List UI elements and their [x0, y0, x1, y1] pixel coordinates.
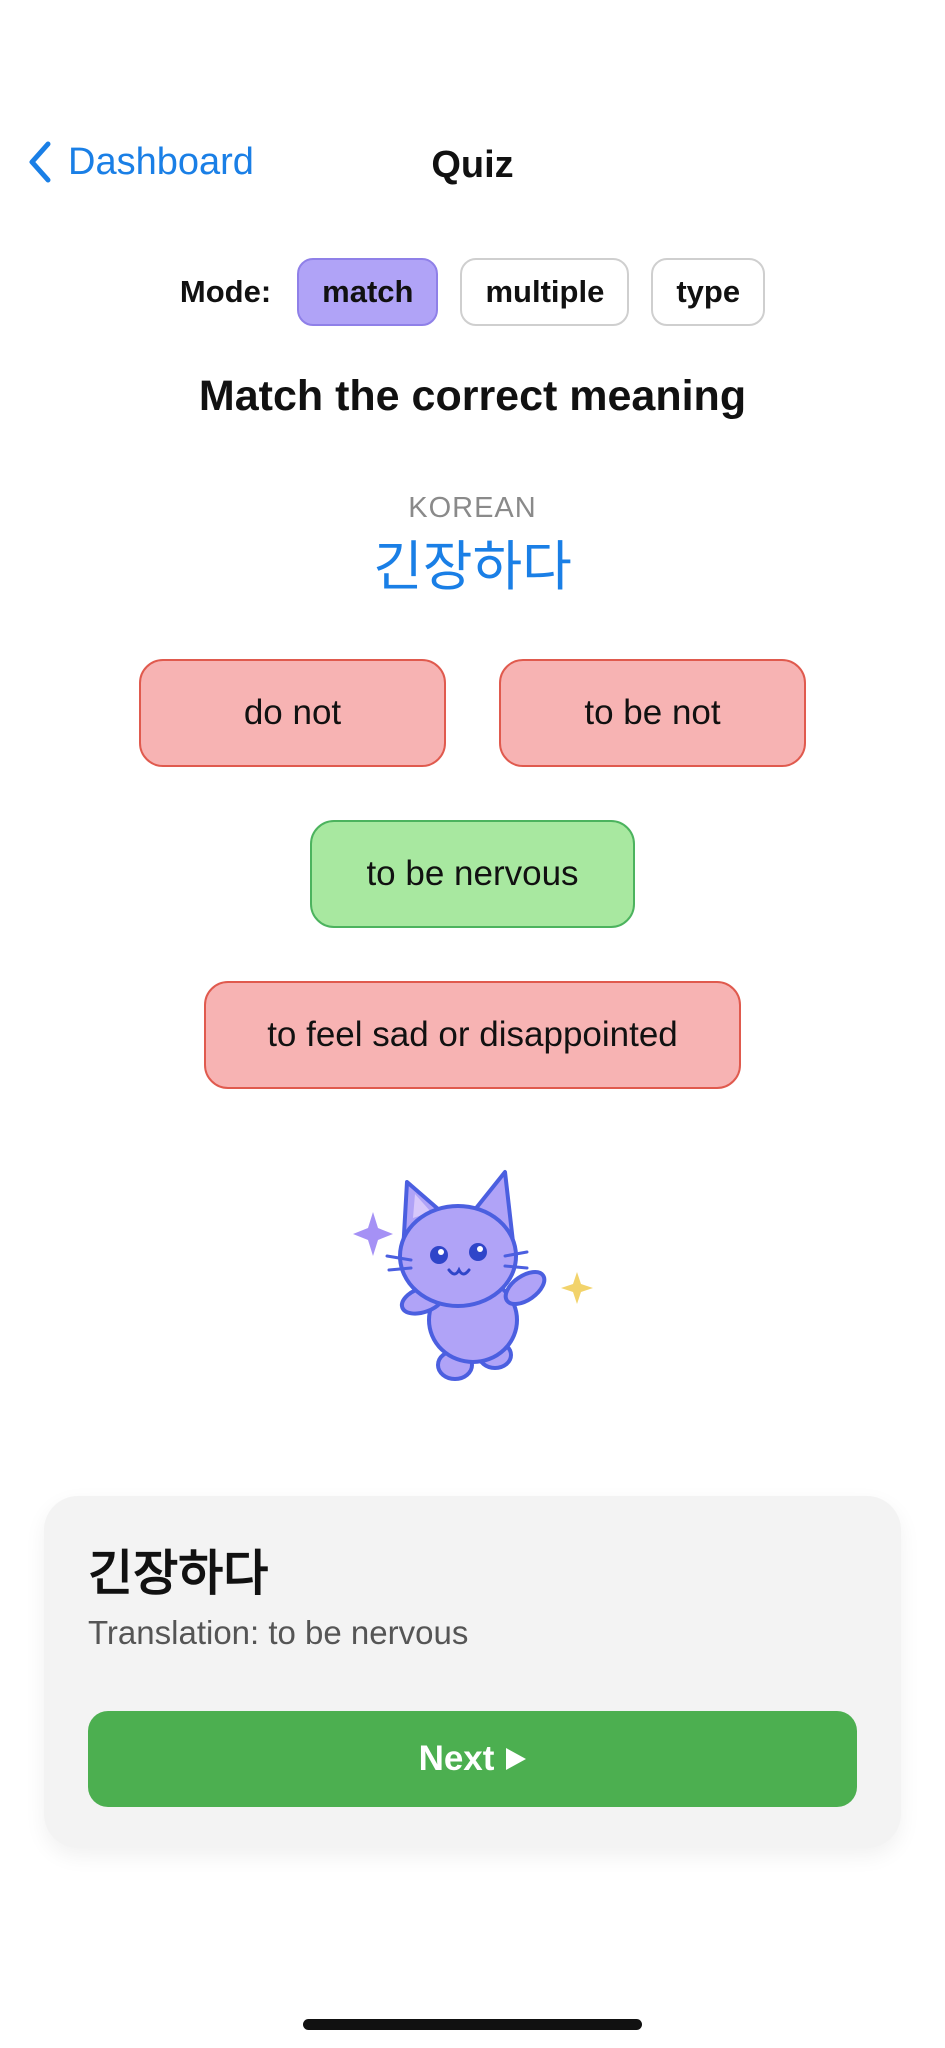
mode-label: Mode:: [179, 274, 272, 309]
answer-option[interactable]: to be not: [499, 659, 806, 767]
answer-option-label: to be not: [584, 693, 721, 732]
next-button[interactable]: Next: [88, 1711, 857, 1807]
answer-option-label: to be nervous: [366, 854, 579, 893]
answer-option[interactable]: to feel sad or disappointed: [204, 981, 741, 1089]
answer-option-label: do not: [243, 693, 342, 732]
result-word: 긴장하다: [88, 1545, 269, 1602]
answer-option[interactable]: do not: [139, 659, 446, 767]
next-button-label: Next: [418, 1739, 495, 1778]
answer-option-correct[interactable]: to be nervous: [310, 820, 635, 928]
mode-type-button[interactable]: type: [651, 258, 766, 326]
cat-mascot-icon: [353, 1170, 593, 1381]
quiz-word: 긴장하다: [373, 535, 572, 598]
result-card: 긴장하다 Translation: to be nervous Next: [44, 1496, 901, 1848]
mode-selector: Mode: match multiple type: [0, 258, 945, 326]
home-indicator[interactable]: [303, 2019, 642, 2030]
play-triangle-icon: [506, 1748, 527, 1770]
quiz-instruction: Match the correct meaning: [198, 372, 747, 420]
answer-option-label: to feel sad or disappointed: [267, 1015, 678, 1054]
language-label: KOREAN: [408, 492, 537, 524]
result-translation: Translation: to be nervous: [88, 1614, 469, 1651]
mode-match-button[interactable]: match: [297, 258, 439, 326]
quiz-screen: Dashboard Quiz Mode: match multiple type…: [0, 0, 945, 2048]
page-title: Quiz: [431, 144, 514, 186]
nav-bar: Dashboard Quiz: [0, 130, 945, 200]
mode-multiple-button[interactable]: multiple: [460, 258, 630, 326]
